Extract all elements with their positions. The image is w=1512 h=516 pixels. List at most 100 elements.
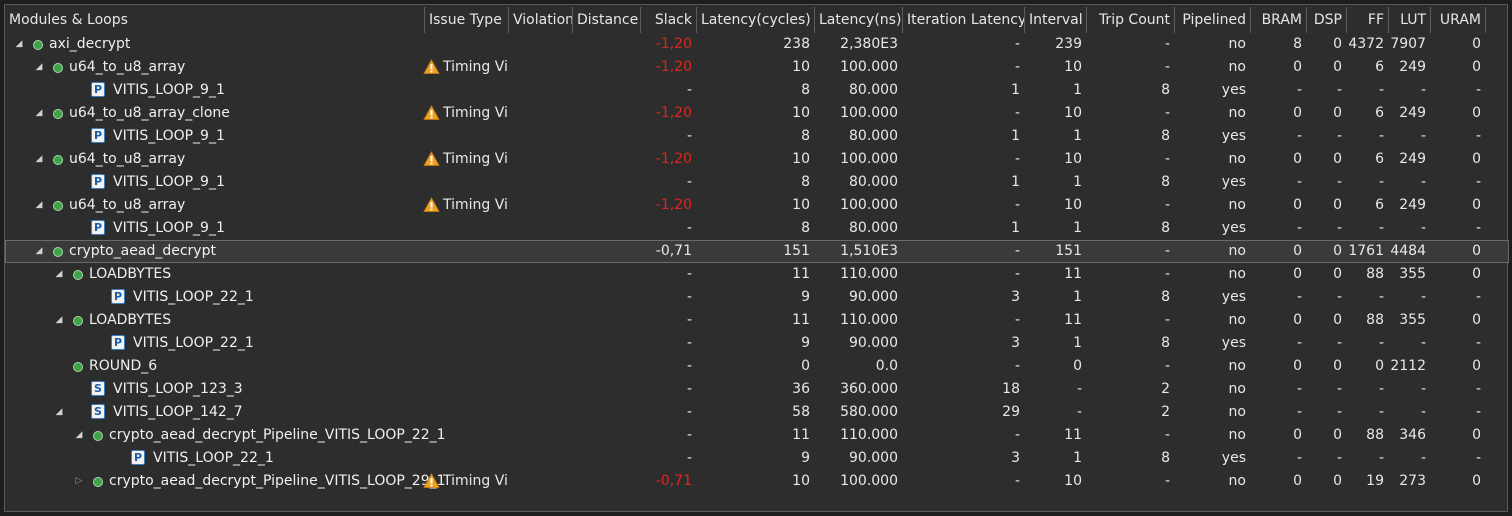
table-row[interactable]: P VITIS_LOOP_9_1 - 8 80.000 1 1 8 yes - - - - - [5, 217, 1509, 240]
expand-arrow-icon[interactable]: ◢ [33, 148, 45, 171]
dsp-cell: - [1336, 220, 1342, 236]
expand-arrow-icon[interactable]: ◢ [53, 263, 65, 286]
interval-cell: 1 [1073, 174, 1082, 190]
column-header-bram[interactable]: BRAM [1251, 7, 1307, 33]
performance-resources-table: Modules & Loops Issue Type Violation Distan… [4, 4, 1509, 512]
table-row[interactable]: ▷ crypto_aead_decrypt_Pipeline_VITIS_LOOP… [5, 470, 1509, 493]
expand-arrow-icon[interactable]: ◢ [33, 240, 45, 263]
interval-cell: 11 [1064, 427, 1082, 443]
uram-cell: 0 [1472, 473, 1481, 489]
issue-type-label: Timing Vi [443, 473, 508, 489]
column-header-latency-cycles[interactable]: Latency(cycles) [697, 7, 815, 33]
trip-count-cell: - [1164, 473, 1170, 489]
iteration-latency-cell: - [1014, 105, 1020, 121]
table-row[interactable]: P VITIS_LOOP_22_1 - 9 90.000 3 1 8 yes - - - - - [5, 447, 1509, 470]
expand-arrow-icon[interactable]: ◢ [73, 424, 85, 447]
latency-ns-cell: 100.000 [840, 197, 898, 213]
ff-cell: 88 [1366, 427, 1384, 443]
column-header-pipelined[interactable]: Pipelined [1175, 7, 1251, 33]
issue-type-cell[interactable]: Timing Vi [423, 56, 509, 79]
expand-arrow-icon[interactable]: ◢ [53, 401, 65, 424]
dsp-cell: - [1336, 404, 1342, 420]
table-row[interactable]: ◢ axi_decrypt -1,20 238 2,380E3 - 239 - no 8 0 4372… [5, 33, 1509, 56]
column-header-distance[interactable]: Distance [573, 7, 641, 33]
dsp-cell: 0 [1333, 59, 1342, 75]
column-header-latency-ns[interactable]: Latency(ns) [815, 7, 903, 33]
latency-cycles-cell: 11 [792, 266, 810, 282]
tree-cell: P VITIS_LOOP_9_1 [5, 125, 425, 148]
iteration-latency-cell: - [1014, 473, 1020, 489]
bram-cell: - [1296, 381, 1302, 397]
column-header-violation[interactable]: Violation [509, 7, 573, 33]
table-row[interactable]: ◢ crypto_aead_decrypt -0,71 151 1,510E3 - 151 -… [5, 240, 1509, 263]
iteration-latency-cell: 18 [1002, 381, 1020, 397]
latency-cycles-cell: 11 [792, 427, 810, 443]
column-header-ff[interactable]: FF [1347, 7, 1389, 33]
column-header-interval[interactable]: Interval [1025, 7, 1087, 33]
expand-arrow-icon[interactable]: ◢ [33, 194, 45, 217]
column-header-issue-type[interactable]: Issue Type [425, 7, 509, 33]
lut-cell: 4484 [1390, 243, 1426, 259]
table-row[interactable]: ◢ LOADBYTES - 11 110.000 - 11 - no 0 0 88 355 0 [5, 309, 1509, 332]
issue-type-cell[interactable]: Timing Vi [423, 102, 509, 125]
iteration-latency-cell: - [1014, 151, 1020, 167]
table-row[interactable]: ROUND_6 - 0 0.0 - 0 - no 0 0 0 2112 0 [5, 355, 1509, 378]
table-row[interactable]: ◢ u64_to_u8_array Timing Vi -1,20 10 100.000 -… [5, 194, 1509, 217]
column-header-uram[interactable]: URAM [1431, 7, 1486, 33]
table-row[interactable]: P VITIS_LOOP_9_1 - 8 80.000 1 1 8 yes - - - - - [5, 125, 1509, 148]
interval-cell: 1 [1073, 82, 1082, 98]
lut-cell: - [1420, 174, 1426, 190]
latency-ns-cell: 110.000 [840, 312, 898, 328]
latency-cycles-cell: 0 [801, 358, 810, 374]
pipelined-cell: no [1228, 427, 1246, 443]
expand-arrow-icon[interactable]: ◢ [33, 102, 45, 125]
ff-cell: - [1378, 381, 1384, 397]
module-name: crypto_aead_decrypt [69, 243, 216, 259]
table-row[interactable]: ◢ u64_to_u8_array_clone Timing Vi -1,20 10 10… [5, 102, 1509, 125]
trip-count-cell: 8 [1161, 82, 1170, 98]
bram-cell: 0 [1293, 427, 1302, 443]
pipelined-loop-icon: P [91, 82, 105, 97]
column-header-trip-count[interactable]: Trip Count [1087, 7, 1175, 33]
column-header-lut[interactable]: LUT [1389, 7, 1431, 33]
slack-cell: - [686, 174, 692, 190]
table-row[interactable]: P VITIS_LOOP_9_1 - 8 80.000 1 1 8 yes - - - - - [5, 79, 1509, 102]
column-header-dsp[interactable]: DSP [1307, 7, 1347, 33]
expand-arrow-icon[interactable]: ◢ [53, 309, 65, 332]
issue-type-cell[interactable]: Timing Vi [423, 148, 509, 171]
table-row[interactable]: P VITIS_LOOP_22_1 - 9 90.000 3 1 8 yes - - - - - [5, 332, 1509, 355]
table-row[interactable]: ◢ crypto_aead_decrypt_Pipeline_VITIS_LOOP… [5, 424, 1509, 447]
dsp-cell: - [1336, 128, 1342, 144]
interval-cell: 11 [1064, 266, 1082, 282]
table-row[interactable]: S VITIS_LOOP_123_3 - 36 360.000 18 - 2 no - - - - - [5, 378, 1509, 401]
table-row[interactable]: P VITIS_LOOP_9_1 - 8 80.000 1 1 8 yes - - - - - [5, 171, 1509, 194]
table-row[interactable]: P VITIS_LOOP_22_1 - 9 90.000 3 1 8 yes - - - - - [5, 286, 1509, 309]
collapse-arrow-icon[interactable]: ▷ [73, 470, 85, 493]
expand-arrow-icon[interactable]: ◢ [13, 33, 25, 56]
dsp-cell: 0 [1333, 36, 1342, 52]
uram-cell: - [1475, 381, 1481, 397]
column-header-slack[interactable]: Slack [641, 7, 697, 33]
tree-cell: ◢ axi_decrypt [5, 33, 425, 56]
column-header-modules-loops[interactable]: Modules & Loops [5, 7, 425, 33]
pipelined-cell: yes [1221, 220, 1246, 236]
bram-cell: 0 [1293, 105, 1302, 121]
dsp-cell: - [1336, 335, 1342, 351]
iteration-latency-cell: 29 [1002, 404, 1020, 420]
issue-type-cell[interactable]: Timing Vi [423, 470, 509, 493]
uram-cell: - [1475, 220, 1481, 236]
tree-cell: ◢ crypto_aead_decrypt_Pipeline_VITIS_LOOP… [5, 424, 446, 447]
table-row[interactable]: ◢ LOADBYTES - 11 110.000 - 11 - no 0 0 88 355 0 [5, 263, 1509, 286]
column-header-iteration-latency[interactable]: Iteration Latency [903, 7, 1025, 33]
table-row[interactable]: ◢ u64_to_u8_array Timing Vi -1,20 10 100.000 -… [5, 148, 1509, 171]
table-row[interactable]: ◢ u64_to_u8_array Timing Vi -1,20 10 100.000 -… [5, 56, 1509, 79]
interval-cell: 1 [1073, 450, 1082, 466]
module-dot-icon [93, 431, 103, 441]
issue-type-cell[interactable]: Timing Vi [423, 194, 509, 217]
slack-cell: -1,20 [655, 105, 692, 121]
dsp-cell: 0 [1333, 358, 1342, 374]
module-dot-icon [73, 316, 83, 326]
table-row[interactable]: ◢ S VITIS_LOOP_142_7 - 58 580.000 29 - 2 no - - - - - [5, 401, 1509, 424]
expand-arrow-icon[interactable]: ◢ [33, 56, 45, 79]
pipelined-cell: yes [1221, 128, 1246, 144]
